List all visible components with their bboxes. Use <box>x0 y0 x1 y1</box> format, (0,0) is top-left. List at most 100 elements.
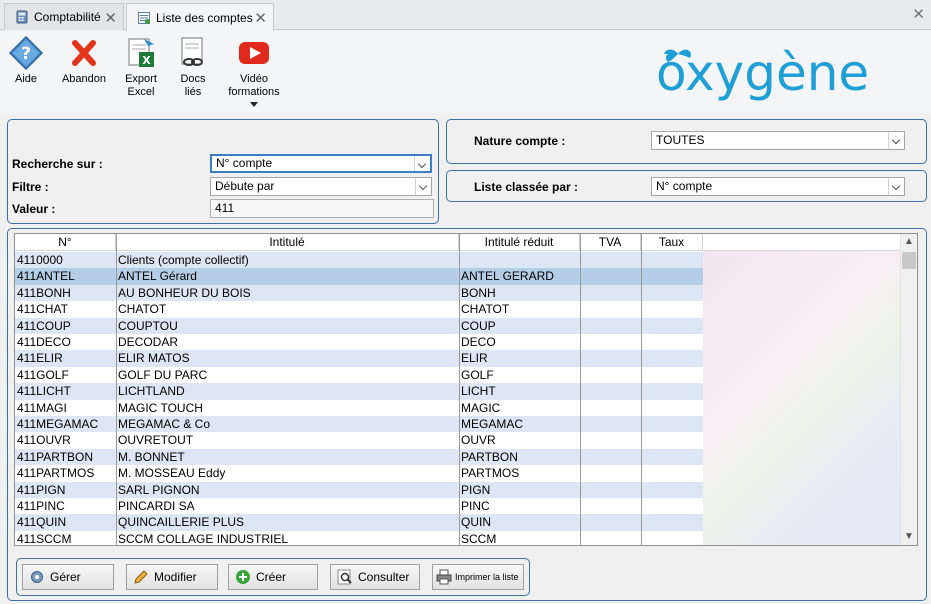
col-divider <box>641 234 642 545</box>
gerer-button[interactable]: Gérer <box>22 564 114 590</box>
table-cell: 411PARTBON <box>17 449 94 464</box>
table-cell: 411GOLF <box>17 367 69 382</box>
table-cell: MEGAMAC & Co <box>118 417 211 431</box>
table-cell: 411COUP <box>17 318 71 333</box>
cancel-x-icon <box>72 40 96 66</box>
table-cell: COUPTOU <box>118 318 178 333</box>
table-cell: 411DECO <box>17 335 71 349</box>
table-cell: MAGIC <box>461 400 501 415</box>
creer-button[interactable]: Créer <box>228 564 318 590</box>
filtre-select[interactable]: Débute par <box>210 177 432 196</box>
scroll-up-icon[interactable]: ▲ <box>901 234 917 250</box>
table-cell: CHATOT <box>461 302 510 317</box>
video-formations-button[interactable]: Vidéo formations <box>226 36 282 107</box>
nature-select[interactable]: TOUTES <box>651 131 905 150</box>
table-cell: PARTBON <box>461 449 518 464</box>
table-cell: 411PARTMOS <box>17 466 95 481</box>
recherche-select[interactable]: N° compte <box>210 154 432 173</box>
col-header-reduit[interactable]: Intitulé réduit <box>459 234 580 251</box>
table-row[interactable]: 411PIGN SARL PIGNON PIGN <box>15 481 703 498</box>
svg-text:oxygène: oxygène <box>656 44 869 102</box>
abandon-button[interactable]: Abandon <box>58 36 110 86</box>
table-row[interactable]: 411MEGAMAC MEGAMAC & Co MEGAMAC <box>15 416 703 433</box>
svg-text:?: ? <box>21 44 31 64</box>
table-cell: DECODAR <box>118 335 179 349</box>
table-row[interactable]: 411ELIR ELIR MATOS ELIR <box>15 350 703 367</box>
table-cell: LICHT <box>461 384 496 399</box>
docs-lies-button[interactable]: Docs liés <box>174 36 212 99</box>
table-row[interactable]: 411PINC PINCARDI SA PINC <box>15 498 703 514</box>
table-row[interactable]: 411COUP COUPTOU COUP <box>15 317 703 334</box>
table-row[interactable]: 411SCCM SCCM COLLAGE INDUSTRIEL SCCM <box>15 531 703 546</box>
table-cell: 411QUIN <box>17 515 67 530</box>
table-cell: Clients (compte collectif) <box>118 253 249 267</box>
table-cell: M. MOSSEAU Eddy <box>118 466 226 481</box>
col-header-taux[interactable]: Taux <box>641 234 703 251</box>
table-cell: ELIR MATOS <box>118 351 190 366</box>
table-row[interactable]: 411QUIN QUINCAILLERIE PLUS QUIN <box>15 514 703 531</box>
table-row[interactable]: 411ANTEL ANTEL Gérard ANTEL GERARD <box>15 268 703 285</box>
table-cell: 411LICHT <box>17 384 71 399</box>
table-row[interactable]: 411PARTBON M. BONNET PARTBON <box>15 448 703 466</box>
table-cell: OUVRETOUT <box>118 433 194 448</box>
tab-label: Liste des comptes <box>156 10 253 25</box>
table-cell: QUINCAILLERIE PLUS <box>118 515 245 530</box>
aide-button[interactable]: ? Aide <box>8 36 44 86</box>
table-cell: COUP <box>461 318 496 333</box>
table-row[interactable]: 411OUVR OUVRETOUT OUVR <box>15 432 703 448</box>
oxygene-logo: oxygène <box>656 44 869 102</box>
close-icon[interactable]: ✕ <box>104 9 117 27</box>
chevron-down-icon[interactable] <box>414 156 430 171</box>
table-row[interactable]: 411LICHT LICHTLAND LICHT <box>15 383 703 400</box>
filtre-label: Filtre : <box>12 180 49 194</box>
tab-comptabilite[interactable]: Comptabilité ✕ <box>4 3 124 30</box>
table-cell: 411PIGN <box>17 482 66 497</box>
vertical-scrollbar[interactable]: ▲ ▼ <box>900 234 917 545</box>
chevron-down-icon[interactable] <box>415 178 431 195</box>
table-cell: 411MAGI <box>17 400 67 415</box>
table-row[interactable]: 411GOLF GOLF DU PARC GOLF <box>15 367 703 383</box>
scroll-thumb[interactable] <box>902 252 916 269</box>
table-cell: 411ANTEL <box>17 269 75 284</box>
chevron-down-icon[interactable] <box>888 132 904 149</box>
col-divider <box>116 234 117 545</box>
consulter-button[interactable]: Consulter <box>330 564 420 590</box>
modifier-button[interactable]: Modifier <box>126 564 218 590</box>
list-icon <box>138 11 150 24</box>
close-icon[interactable]: ✕ <box>254 9 267 27</box>
accounts-grid: N° Intitulé Intitulé réduit TVA Taux 411… <box>14 233 918 546</box>
table-cell: 411BONH <box>17 285 71 300</box>
table-row[interactable]: 411MAGI MAGIC TOUCH MAGIC <box>15 400 703 416</box>
table-cell: 411CHAT <box>17 302 68 317</box>
table-row[interactable]: 411PARTMOS M. MOSSEAU Eddy PARTMOS <box>15 465 703 481</box>
scroll-down-icon[interactable]: ▼ <box>901 529 917 545</box>
table-cell: SCCM <box>461 531 497 546</box>
table-cell: SCCM COLLAGE INDUSTRIEL <box>118 531 289 546</box>
table-cell: 411OUVR <box>17 433 71 448</box>
table-cell: 411SCCM <box>17 531 72 546</box>
col-header-tva[interactable]: TVA <box>580 234 641 251</box>
linked-docs-icon <box>181 37 203 66</box>
table-row[interactable]: 411CHAT CHATOT CHATOT <box>15 301 703 317</box>
table-row[interactable]: 4110000 Clients (compte collectif) <box>15 252 703 269</box>
dropdown-caret-icon[interactable] <box>250 102 258 107</box>
tab-liste-des-comptes[interactable]: Liste des comptes ✕ <box>126 3 274 31</box>
tab-label: Comptabilité <box>34 10 101 24</box>
tri-label: Liste classée par : <box>474 180 579 194</box>
tri-select[interactable]: N° compte <box>651 177 905 196</box>
chevron-down-icon[interactable] <box>888 178 904 195</box>
window-close-icon[interactable]: ✕ <box>912 5 925 23</box>
nature-label: Nature compte : <box>474 134 566 148</box>
table-cell: 411PINC <box>17 499 65 513</box>
table-cell: ANTEL Gérard <box>118 269 197 284</box>
table-cell: ELIR <box>461 351 488 366</box>
table-row[interactable]: 411DECO DECODAR DECO <box>15 334 703 350</box>
add-icon <box>236 570 250 584</box>
col-header-num[interactable]: N° <box>15 234 116 251</box>
valeur-input[interactable]: 411 <box>210 199 434 218</box>
col-header-intitule[interactable]: Intitulé <box>116 234 459 251</box>
table-row[interactable]: 411BONH AU BONHEUR DU BOIS BONH <box>15 284 703 302</box>
table-cell: MEGAMAC <box>461 417 524 431</box>
export-excel-button[interactable]: X Export Excel <box>120 36 162 99</box>
imprimer-liste-button[interactable]: Imprimer la liste <box>432 564 524 590</box>
